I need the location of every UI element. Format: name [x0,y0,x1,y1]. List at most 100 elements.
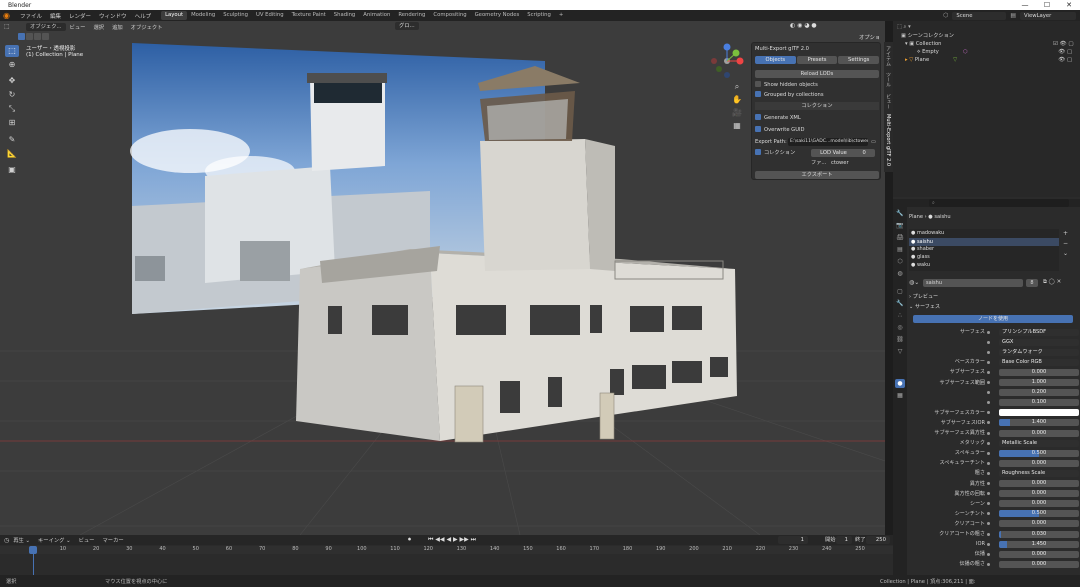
collection-checkbox[interactable]: コレクション [755,148,795,156]
overwrite-guid-checkbox[interactable]: Overwrite GUID [755,125,879,134]
property-slider[interactable]: 0.000 [999,490,1079,498]
frame-ruler[interactable]: 1102030405060708090100110120130140150160… [0,546,893,554]
camera-icon[interactable]: 🎥 [731,107,743,119]
selection-mode-buttons[interactable] [18,33,58,40]
measure-tool-icon[interactable]: 📐 [5,148,19,160]
socket-dot-icon[interactable] [987,532,990,536]
tool-tab-icon[interactable]: 🔧 [895,209,905,218]
timeline-editor-icon[interactable]: ◷ [0,537,9,544]
socket-dot-icon[interactable] [987,502,990,506]
collection-subpanel-header[interactable]: コレクション [755,102,879,110]
menu-playback[interactable]: 再生 ⌄ [9,536,34,544]
property-slider[interactable]: 0.500 [999,449,1079,457]
socket-dot-icon[interactable] [987,441,990,445]
reload-lods-button[interactable]: Reload LODs [755,70,879,78]
workspace-tab-scripting[interactable]: Scripting [523,11,555,20]
workspace-tab-uv-editing[interactable]: UV Editing [252,11,288,20]
socket-dot-icon[interactable] [987,562,990,566]
socket-dot-icon[interactable] [987,512,990,516]
menu-add[interactable]: 追加 [108,23,127,31]
tab-objects[interactable]: Objects [755,56,796,64]
socket-dot-icon[interactable] [987,401,990,405]
socket-dot-icon[interactable] [987,542,990,546]
render-tab-icon[interactable]: 📷 [895,221,905,230]
transform-orientation-selector[interactable]: グロ... [395,22,419,30]
view-layer-selector[interactable]: ViewLayer [1020,11,1076,20]
export-path-field[interactable]: E:\saki11\GADC...model\lib\ctower\ [788,138,868,146]
workspace-tab-geometry-nodes[interactable]: Geometry Nodes [471,11,524,20]
add-cube-tool-icon[interactable]: ▣ [5,164,19,176]
editor-type-icon[interactable]: ⬚ [0,23,20,30]
node-link-field[interactable]: Roughness Scale [999,469,1079,477]
enum-dropdown[interactable]: GGX [999,338,1079,346]
material-name-field[interactable]: saishu [923,279,1023,287]
socket-dot-icon[interactable] [987,370,990,374]
pan-icon[interactable]: ✋ [731,94,743,106]
tab-tool[interactable]: ツール [885,72,892,87]
preview-section[interactable]: › プレビュー [909,293,1077,301]
menu-file[interactable]: ファイル [16,12,46,20]
constraints-tab-icon[interactable]: ⛓ [895,335,905,344]
socket-dot-icon[interactable] [987,451,990,455]
view-layer-tab-icon[interactable]: ▤ [895,245,905,254]
grouped-checkbox[interactable]: Grouped by collections [755,90,879,99]
node-link-field[interactable]: Base Color RGB [999,358,1079,366]
maximize-button[interactable]: ☐ [1036,0,1058,10]
surface-section[interactable]: ⌄ サーフェス [909,303,1077,311]
record-button[interactable]: ⏺ [408,536,411,544]
node-link-field[interactable]: Metallic Scale [999,439,1079,447]
annotate-tool-icon[interactable]: ✎ [5,134,19,146]
end-frame-field[interactable]: 250 [866,536,890,544]
socket-dot-icon[interactable] [987,461,990,465]
property-slider[interactable]: 1.000 [999,379,1079,386]
scene-collection-row[interactable]: ▣ シーンコレクション [901,32,1080,40]
scale-tool-icon[interactable]: ⤡ [5,103,19,115]
panel-title[interactable]: Multi-Export glTF 2.0 [755,45,879,53]
material-slot-1[interactable]: ● madowaku [911,230,944,236]
tab-multi-export[interactable]: Multi-Export glTF 2.0 [885,114,891,166]
scene-selector[interactable]: Scene [952,11,1007,20]
navigation-gizmo[interactable] [710,43,746,83]
select-tool-icon[interactable]: ⬚ [5,45,19,57]
socket-dot-icon[interactable] [987,471,990,475]
menu-edit[interactable]: 編集 [46,12,65,20]
tab-presets[interactable]: Presets [796,56,838,64]
data-tab-icon[interactable]: ▽ [895,347,905,356]
menu-view[interactable]: ビュー [66,23,90,31]
workspace-tab-animation[interactable]: Animation [359,11,394,20]
workspace-tab-sculpting[interactable]: Sculpting [219,11,252,20]
socket-dot-icon[interactable] [987,421,990,425]
menu-keying[interactable]: キーイング ⌄ [34,536,75,544]
menu-object[interactable]: オブジェクト [127,23,167,31]
menu-select[interactable]: 選択 [89,23,108,31]
playhead[interactable] [29,546,37,554]
add-workspace-button[interactable]: + [555,11,567,20]
workspace-tab-texture-paint[interactable]: Texture Paint [288,11,330,20]
property-slider[interactable]: 0.000 [999,560,1079,568]
socket-dot-icon[interactable] [987,340,990,344]
tab-settings[interactable]: Settings [838,56,880,64]
physics-tab-icon[interactable]: ◎ [895,323,905,332]
current-frame-field[interactable]: 1 [778,536,808,544]
datablock-actions[interactable]: ⧉ ◯ ✕ [1043,279,1061,286]
socket-dot-icon[interactable] [987,552,990,556]
workspace-tab-modeling[interactable]: Modeling [187,11,219,20]
tab-view[interactable]: ビュー [885,94,892,109]
material-slot-2[interactable]: ● saishu [909,238,1059,246]
node-link-field[interactable]: プリンシプルBSDF [999,328,1079,336]
socket-dot-icon[interactable] [987,411,990,415]
zoom-icon[interactable]: ⌕ [731,81,743,93]
use-nodes-button[interactable]: ノードを使用 [913,315,1073,323]
material-slot-4[interactable]: ● glass [911,254,930,260]
blender-logo-icon[interactable]: ◉ [3,11,13,20]
property-slider[interactable]: 0.000 [999,368,1079,376]
socket-dot-icon[interactable] [987,330,990,334]
workspace-tab-rendering[interactable]: Rendering [394,11,429,20]
particles-tab-icon[interactable]: ∴ [895,311,905,320]
menu-render[interactable]: レンダー [65,12,95,20]
property-slider[interactable]: 0.100 [999,399,1079,407]
property-slider[interactable]: 0.000 [999,429,1079,437]
transform-tool-icon[interactable]: ⊞ [5,117,19,129]
folder-icon[interactable]: ▭ [871,138,876,146]
material-slot-3[interactable]: ● shaber [911,246,934,252]
